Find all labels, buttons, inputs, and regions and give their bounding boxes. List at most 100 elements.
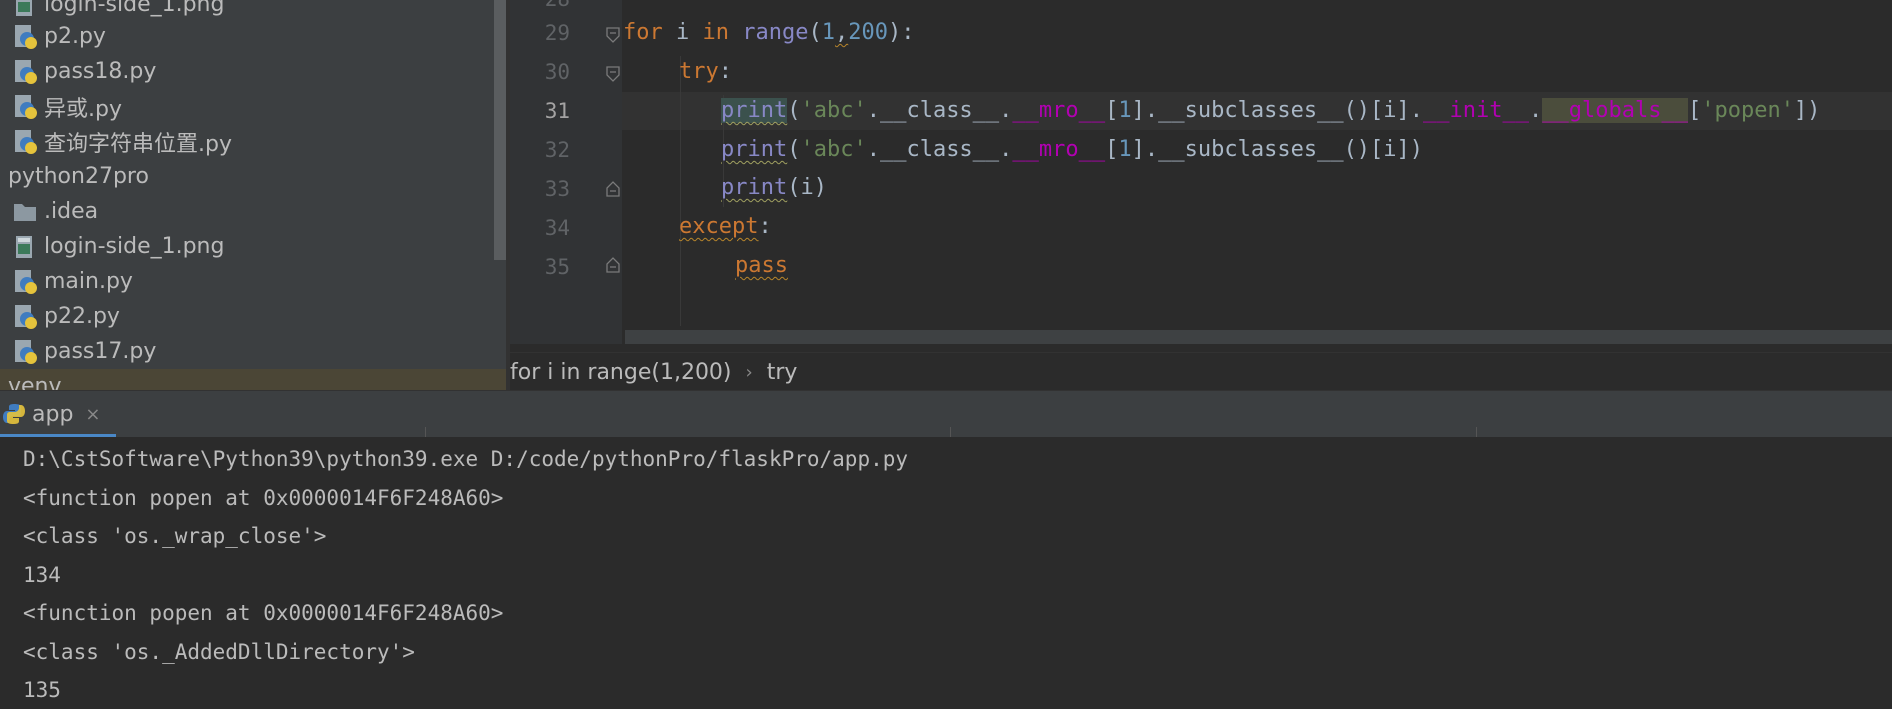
tree-item-p22-py[interactable]: p22.py — [12, 299, 502, 334]
code-token: ]) — [1793, 98, 1821, 123]
python-file-icon — [15, 269, 37, 294]
python-run-icon — [3, 404, 25, 424]
code-token: ( — [787, 98, 801, 123]
tree-item-find-string-py[interactable]: 查询字符串位置.py — [12, 124, 502, 159]
tree-item-label: .idea — [44, 199, 99, 224]
tab-divider — [1476, 427, 1477, 437]
code-token: ): — [887, 20, 915, 45]
code-line-30: try: — [679, 53, 732, 91]
breadcrumb-item-try[interactable]: try — [767, 360, 798, 385]
code-token: [ — [1105, 98, 1119, 123]
tree-item-label: p22.py — [44, 304, 120, 329]
code-token: ].__subclasses__()[i]) — [1131, 137, 1424, 162]
folder-icon — [14, 203, 36, 221]
code-token: , — [834, 20, 849, 45]
editor-gutter: 28 29 30 31 32 33 34 35 — [510, 0, 622, 344]
image-file-icon — [16, 0, 32, 16]
code-line-29: for i in range(1,200): — [623, 14, 914, 52]
code-token: print — [721, 137, 788, 162]
tree-item-label: 查询字符串位置.py — [44, 131, 232, 157]
code-token: ( — [787, 137, 801, 162]
code-token: .__class__. — [866, 98, 1013, 123]
tree-item-idea[interactable]: .idea — [12, 194, 502, 229]
code-token: [ — [1105, 137, 1119, 162]
tree-item-python27pro[interactable]: python27pro — [8, 159, 498, 194]
line-number: 29 — [544, 21, 570, 45]
fold-end-marker-icon[interactable] — [606, 257, 620, 273]
line-number: 32 — [544, 138, 570, 162]
tree-item-label: python27pro — [8, 164, 149, 189]
close-icon[interactable]: × — [85, 404, 100, 425]
code-token: pass — [735, 253, 788, 278]
code-token: __init__ — [1423, 98, 1530, 123]
tree-item-label: 异或.py — [44, 96, 122, 122]
code-token: .__class__. — [866, 137, 1013, 162]
code-token: 'abc' — [800, 98, 867, 123]
console-line: <function popen at 0x0000014F6F248A60> — [23, 601, 504, 625]
code-token: print — [721, 175, 788, 200]
console-line: 135 — [23, 678, 61, 702]
code-token: 1 — [1118, 137, 1132, 162]
tree-item-label: main.py — [44, 269, 133, 294]
console-line: D:\CstSoftware\Python39\python39.exe D:/… — [23, 447, 909, 471]
fold-end-marker-icon[interactable] — [606, 181, 620, 197]
tree-item-venv[interactable]: venv — [0, 369, 506, 390]
code-editor[interactable]: 28 29 30 31 32 33 34 35 for i in range(1… — [510, 0, 1892, 344]
code-token: 1 — [821, 20, 835, 45]
code-token: 'abc' — [800, 137, 867, 162]
console-line: 134 — [23, 563, 61, 587]
line-number: 34 — [544, 216, 570, 240]
image-file-icon — [16, 235, 32, 258]
tree-item-pass17-py[interactable]: pass17.py — [12, 334, 502, 369]
tree-item-label: login-side_1.png — [44, 234, 225, 259]
code-token: ( — [808, 20, 822, 45]
tree-item-xor-py[interactable]: 异或.py — [12, 89, 502, 124]
breadcrumb-item-for-loop[interactable]: for i in range(1,200) — [510, 360, 732, 385]
tree-item-login-side-png-2[interactable]: login-side_1.png — [12, 229, 502, 264]
console-line: <class 'os._AddedDllDirectory'> — [23, 640, 415, 664]
python-file-icon — [15, 24, 37, 49]
code-line-35: pass — [735, 247, 788, 285]
breadcrumb: for i in range(1,200) › try — [510, 352, 1892, 391]
tree-item-label: p2.py — [44, 24, 106, 49]
code-token: . — [1529, 98, 1543, 123]
line-number: 35 — [544, 255, 570, 279]
code-token: __globals__ — [1542, 98, 1688, 123]
code-token: in — [702, 20, 730, 45]
editor-horizontal-scrollbar[interactable] — [625, 330, 1892, 344]
code-line-32: print('abc'.__class__.__mro__[1].__subcl… — [721, 131, 1423, 169]
code-token: 'popen' — [1701, 98, 1794, 123]
code-token: i — [662, 20, 703, 45]
code-token: : — [758, 214, 772, 239]
tree-scrollbar[interactable] — [494, 0, 506, 260]
code-token: try — [679, 59, 719, 84]
code-token: 200 — [848, 20, 888, 45]
code-token: print — [721, 98, 788, 123]
indent-guide — [680, 56, 681, 326]
tree-item-pass18-py[interactable]: pass18.py — [12, 54, 502, 89]
code-token: __mro__ — [1012, 137, 1106, 162]
tree-item-label: login-side_1.png — [44, 0, 225, 17]
tab-divider — [950, 427, 951, 437]
run-tab-app[interactable]: app × — [0, 391, 116, 437]
code-token: range — [742, 20, 809, 45]
tree-item-label: pass18.py — [44, 59, 157, 84]
line-number: 33 — [544, 177, 570, 201]
run-tab-bar: app × — [0, 390, 1892, 438]
code-line-34: except: — [679, 208, 772, 246]
tree-item-main-py[interactable]: main.py — [12, 264, 502, 299]
code-token: 1 — [1118, 98, 1132, 123]
console-line: <function popen at 0x0000014F6F248A60> — [23, 486, 504, 510]
tree-item-p2-py[interactable]: p2.py — [12, 19, 502, 54]
python-file-icon — [15, 59, 37, 84]
code-token: for — [623, 20, 663, 45]
fold-marker-icon[interactable] — [606, 66, 620, 82]
code-token: __mro__ — [1012, 98, 1106, 123]
line-number: 30 — [544, 60, 570, 84]
code-token: (i) — [787, 175, 827, 200]
line-number-current: 31 — [544, 99, 570, 123]
code-token: : — [718, 59, 732, 84]
fold-marker-icon[interactable] — [606, 27, 620, 43]
console-output[interactable]: D:\CstSoftware\Python39\python39.exe D:/… — [0, 437, 1892, 709]
